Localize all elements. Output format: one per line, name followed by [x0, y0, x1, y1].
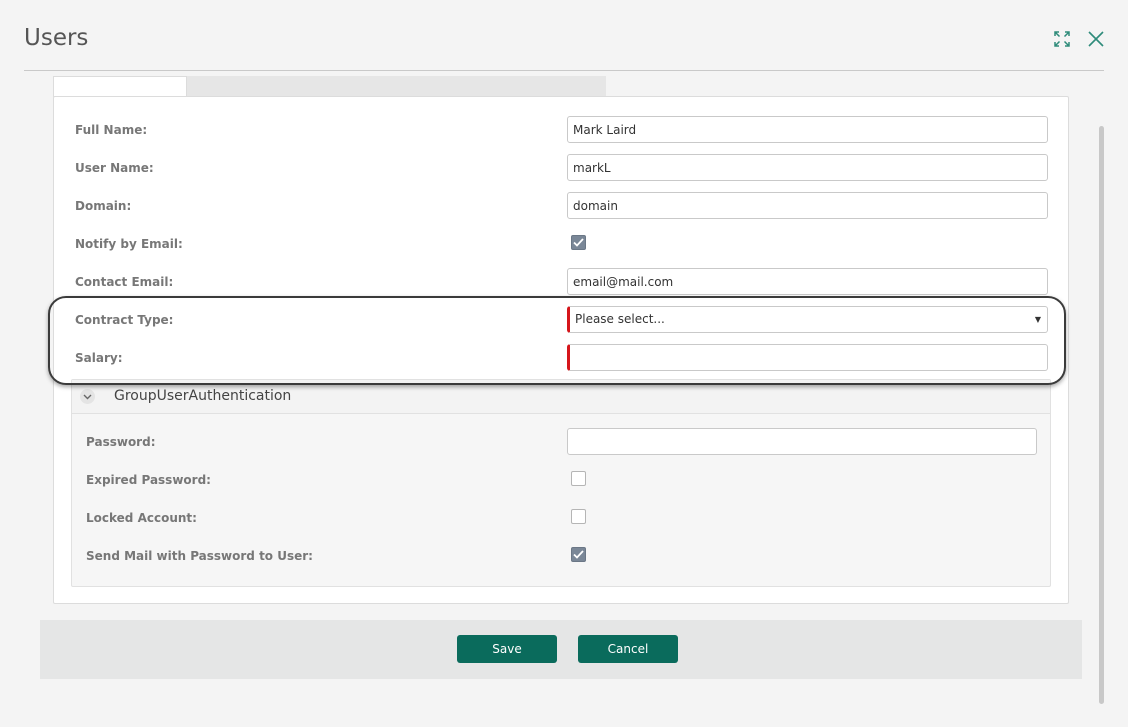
expand-icon[interactable]: [1052, 29, 1072, 49]
notify-by-email-label: Notify by Email:: [75, 237, 183, 251]
contact-email-input[interactable]: [567, 268, 1048, 295]
save-button[interactable]: Save: [457, 635, 557, 663]
password-label: Password:: [86, 435, 156, 449]
dialog-header-icons: [1052, 29, 1106, 49]
expired-password-label: Expired Password:: [86, 473, 211, 487]
row-send-mail: Send Mail with Password to User:: [72, 542, 1050, 572]
caret-down-icon: ▼: [1034, 315, 1041, 324]
header-divider: [24, 70, 1104, 71]
tab-active[interactable]: [53, 76, 187, 97]
checkmark-icon: [573, 238, 584, 247]
row-domain: Domain:: [54, 192, 1068, 222]
user-name-label: User Name:: [75, 161, 154, 175]
dialog-title: Users: [24, 25, 89, 51]
row-full-name: Full Name:: [54, 116, 1068, 146]
password-input[interactable]: [567, 428, 1037, 455]
form-panel: Full Name: User Name: Domain: Notify by …: [53, 96, 1069, 604]
collapse-chevron-icon[interactable]: [80, 389, 95, 404]
send-mail-label: Send Mail with Password to User:: [86, 549, 313, 563]
full-name-label: Full Name:: [75, 123, 148, 137]
contact-email-label: Contact Email:: [75, 275, 174, 289]
salary-input[interactable]: [567, 344, 1048, 371]
row-notify-by-email: Notify by Email:: [54, 230, 1068, 260]
close-icon[interactable]: [1086, 29, 1106, 49]
full-name-input[interactable]: [567, 116, 1048, 143]
row-contract-type: Contract Type: Please select... ▼: [54, 306, 1068, 336]
notify-by-email-checkbox[interactable]: [571, 235, 586, 250]
send-mail-checkbox[interactable]: [571, 547, 586, 562]
group-header: GroupUserAuthentication: [72, 380, 1050, 414]
contract-type-selected-value: Please select...: [575, 312, 665, 326]
checkmark-icon: [573, 550, 584, 559]
vertical-scrollbar[interactable]: [1099, 126, 1104, 704]
row-salary: Salary:: [54, 344, 1068, 374]
locked-account-label: Locked Account:: [86, 511, 197, 525]
dialog-footer: Save Cancel: [40, 620, 1082, 679]
row-user-name: User Name:: [54, 154, 1068, 184]
contract-type-label: Contract Type:: [75, 313, 174, 327]
group-user-authentication: GroupUserAuthentication Password: Expire…: [71, 379, 1051, 587]
tab-partial[interactable]: [371, 80, 401, 86]
locked-account-checkbox[interactable]: [571, 509, 586, 524]
expired-password-checkbox[interactable]: [571, 471, 586, 486]
row-contact-email: Contact Email:: [54, 268, 1068, 298]
tab-strip: [53, 76, 606, 97]
domain-label: Domain:: [75, 199, 132, 213]
row-locked-account: Locked Account:: [72, 504, 1050, 534]
domain-input[interactable]: [567, 192, 1048, 219]
contract-type-select[interactable]: Please select... ▼: [567, 306, 1048, 333]
cancel-button[interactable]: Cancel: [578, 635, 678, 663]
user-name-input[interactable]: [567, 154, 1048, 181]
tab-partial[interactable]: [213, 80, 243, 86]
group-title: GroupUserAuthentication: [114, 388, 292, 404]
row-password: Password:: [72, 428, 1050, 458]
salary-label: Salary:: [75, 351, 123, 365]
row-expired-password: Expired Password:: [72, 466, 1050, 496]
